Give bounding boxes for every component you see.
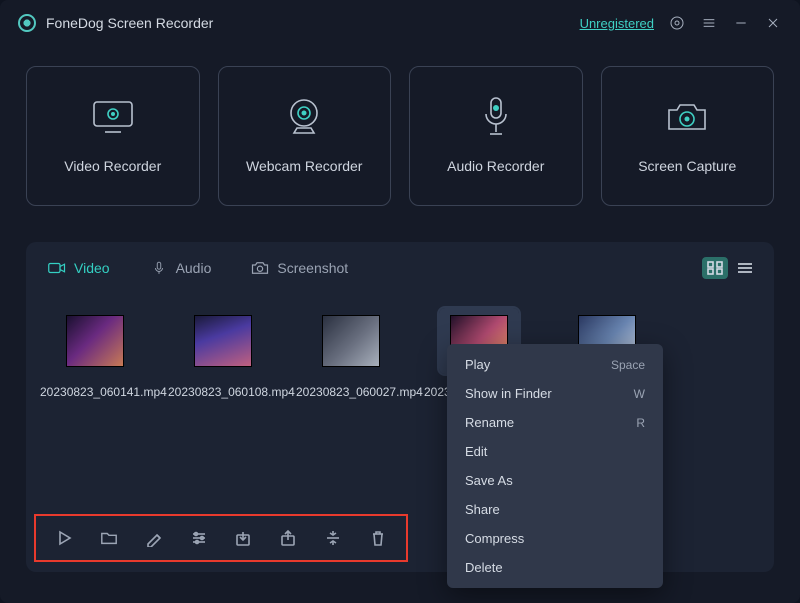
ctx-edit[interactable]: Edit xyxy=(447,437,663,466)
ctx-label: Rename xyxy=(465,415,514,430)
ctx-share[interactable]: Share xyxy=(447,495,663,524)
ctx-label: Save As xyxy=(465,473,513,488)
thumbnail-image xyxy=(322,315,380,367)
card-label: Webcam Recorder xyxy=(246,158,362,174)
ctx-rename[interactable]: Rename R xyxy=(447,408,663,437)
tab-label: Audio xyxy=(176,260,212,276)
card-screen-capture[interactable]: Screen Capture xyxy=(601,66,775,206)
ctx-label: Share xyxy=(465,502,500,517)
card-audio-recorder[interactable]: Audio Recorder xyxy=(409,66,583,206)
mode-cards: Video Recorder Webcam Recorder Audio Rec… xyxy=(0,46,800,206)
thumbnail-item[interactable]: 20230823_060141.mp4 xyxy=(50,308,140,400)
card-label: Video Recorder xyxy=(64,158,161,174)
edit-button[interactable] xyxy=(144,528,164,548)
thumbnail-label: 20230823_060141.mp4 xyxy=(40,384,150,400)
thumbnail-image xyxy=(194,315,252,367)
card-video-recorder[interactable]: Video Recorder xyxy=(26,66,200,206)
ctx-play[interactable]: Play Space xyxy=(447,350,663,379)
thumbnail-item[interactable]: 20230823_060027.mp4 xyxy=(306,308,396,400)
card-label: Screen Capture xyxy=(638,158,736,174)
tab-label: Video xyxy=(74,260,110,276)
thumbnail-image xyxy=(66,315,124,367)
ctx-label: Compress xyxy=(465,531,524,546)
ctx-label: Edit xyxy=(465,444,487,459)
ctx-label: Play xyxy=(465,357,490,372)
context-menu: Play Space Show in Finder W Rename R Edit S… xyxy=(447,344,663,588)
monitor-record-icon xyxy=(89,98,137,136)
view-toggle xyxy=(702,257,758,279)
tab-label: Screenshot xyxy=(277,260,348,276)
ctx-shortcut: R xyxy=(636,416,645,430)
tab-screenshot[interactable]: Screenshot xyxy=(245,256,354,280)
app-window: FoneDog Screen Recorder Unregistered Vid… xyxy=(0,0,800,603)
delete-button[interactable] xyxy=(368,528,388,548)
ctx-save-as[interactable]: Save As xyxy=(447,466,663,495)
close-icon[interactable] xyxy=(764,14,782,32)
card-webcam-recorder[interactable]: Webcam Recorder xyxy=(218,66,392,206)
ctx-label: Show in Finder xyxy=(465,386,552,401)
ctx-shortcut: W xyxy=(634,387,645,401)
ctx-delete[interactable]: Delete xyxy=(447,553,663,582)
grid-view-button[interactable] xyxy=(702,257,728,279)
titlebar-right: Unregistered xyxy=(580,14,782,32)
gallery-tabs: Video Audio Screenshot xyxy=(42,256,758,280)
app-title: FoneDog Screen Recorder xyxy=(46,15,213,31)
gear-icon[interactable] xyxy=(668,14,686,32)
ctx-label: Delete xyxy=(465,560,503,575)
ctx-compress[interactable]: Compress xyxy=(447,524,663,553)
folder-button[interactable] xyxy=(99,528,119,548)
compress-button[interactable] xyxy=(323,528,343,548)
thumbnail-label: 20230823_060108.mp4 xyxy=(168,384,278,400)
bottom-toolbar xyxy=(34,514,408,562)
play-button[interactable] xyxy=(54,528,74,548)
thumbnail-label: 20230823_060027.mp4 xyxy=(296,384,406,400)
camera-icon xyxy=(664,98,710,136)
unregistered-link[interactable]: Unregistered xyxy=(580,16,654,31)
webcam-icon xyxy=(282,98,326,136)
card-label: Audio Recorder xyxy=(447,158,544,174)
titlebar: FoneDog Screen Recorder Unregistered xyxy=(0,0,800,46)
list-view-button[interactable] xyxy=(732,257,758,279)
tab-video[interactable]: Video xyxy=(42,256,116,280)
menu-icon[interactable] xyxy=(700,14,718,32)
tab-audio[interactable]: Audio xyxy=(144,256,218,280)
app-logo-icon xyxy=(18,14,36,32)
microphone-icon xyxy=(481,98,511,136)
settings-sliders-button[interactable] xyxy=(189,528,209,548)
save-button[interactable] xyxy=(233,528,253,548)
share-button[interactable] xyxy=(278,528,298,548)
ctx-shortcut: Space xyxy=(611,358,645,372)
ctx-show-in-finder[interactable]: Show in Finder W xyxy=(447,379,663,408)
thumbnail-item[interactable]: 20230823_060108.mp4 xyxy=(178,308,268,400)
minimize-icon[interactable] xyxy=(732,14,750,32)
